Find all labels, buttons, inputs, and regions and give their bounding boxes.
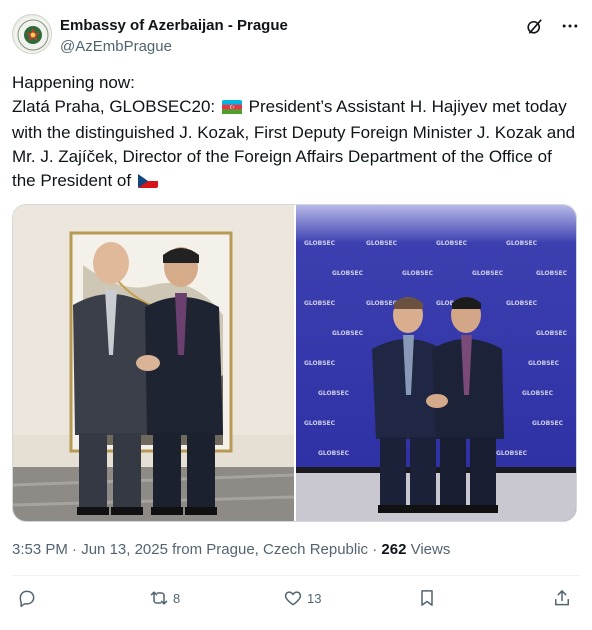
backdrop-logo: GLOBSEC: [304, 420, 336, 427]
tweet-media[interactable]: GLOBSEC GLOBSEC GLOBSEC GLOBSEC GLOBSEC …: [12, 204, 577, 522]
retweet-button[interactable]: 8: [149, 588, 180, 608]
photo-handshake-hotel[interactable]: [13, 205, 294, 522]
meta-separator: ·: [67, 541, 82, 558]
heart-icon: [284, 591, 302, 606]
backdrop-logo: GLOBSEC: [472, 270, 504, 277]
views-label: Views: [406, 541, 451, 558]
more-icon[interactable]: [560, 16, 580, 36]
backdrop-logo: GLOBSEC: [402, 270, 434, 277]
backdrop-logo: GLOBSEC: [318, 390, 350, 397]
backdrop-logo: GLOBSEC: [536, 270, 568, 277]
photo-handshake-globsec[interactable]: GLOBSEC GLOBSEC GLOBSEC GLOBSEC GLOBSEC …: [296, 205, 577, 522]
backdrop-logo: GLOBSEC: [522, 390, 554, 397]
backdrop-logo: GLOBSEC: [304, 360, 336, 367]
share-button[interactable]: [552, 588, 572, 608]
bookmark-icon: [421, 590, 433, 606]
backdrop-logo: GLOBSEC: [436, 240, 468, 247]
action-bar: 8 13: [12, 588, 580, 614]
backdrop-logo: GLOBSEC: [304, 240, 336, 247]
azerbaijan-flag-icon: [221, 97, 242, 121]
tweet-header: Embassy of Azerbaijan - Prague @AzEmbPra…: [12, 12, 580, 60]
grok-icon[interactable]: [524, 16, 544, 36]
backdrop-logo: GLOBSEC: [318, 450, 350, 457]
tweet-meta: 3:53 PM · Jun 13, 2025 from Prague, Czec…: [12, 541, 450, 558]
backdrop-logo: GLOBSEC: [506, 240, 538, 247]
meta-separator: ·: [368, 541, 382, 558]
backdrop-logo: GLOBSEC: [532, 420, 564, 427]
backdrop-logo: GLOBSEC: [496, 450, 528, 457]
retweet-icon: [150, 591, 168, 605]
views-count: 262: [381, 541, 407, 558]
tweet-line-1: Happening now:: [12, 73, 135, 92]
share-icon: [555, 590, 569, 606]
embassy-seal-icon: [14, 16, 51, 53]
tweet-date[interactable]: Jun 13, 2025: [81, 541, 168, 558]
bookmark-button[interactable]: [417, 588, 437, 608]
tweet-text: Happening now: Zlatá Praha, GLOBSEC20: P…: [12, 71, 580, 195]
backdrop-logo: GLOBSEC: [366, 300, 398, 307]
reply-button[interactable]: [17, 588, 41, 608]
avatar[interactable]: [12, 14, 52, 54]
like-count: 13: [307, 590, 322, 606]
divider: [12, 575, 580, 576]
retweet-count: 8: [173, 590, 181, 606]
backdrop-logo: GLOBSEC: [506, 300, 538, 307]
backdrop-logo: GLOBSEC: [366, 240, 398, 247]
reply-icon: [19, 590, 35, 608]
backdrop-logo: GLOBSEC: [332, 270, 364, 277]
tweet-body: Zlatá Praha, GLOBSEC20: President’s Assi…: [12, 95, 580, 195]
backdrop-logo: GLOBSEC: [304, 300, 336, 307]
like-button[interactable]: 13: [283, 588, 321, 608]
account-name[interactable]: Embassy of Azerbaijan - Prague: [60, 17, 288, 34]
backdrop-logo: GLOBSEC: [332, 330, 364, 337]
account-handle[interactable]: @AzEmbPrague: [60, 38, 172, 55]
backdrop-logo: GLOBSEC: [536, 330, 568, 337]
tweet-body-prefix: Zlatá Praha, GLOBSEC20:: [12, 97, 220, 116]
tweet-time[interactable]: 3:53 PM: [12, 541, 68, 558]
czech-flag-icon: [137, 171, 158, 195]
backdrop-logo: GLOBSEC: [528, 360, 560, 367]
tweet-location: from Prague, Czech Republic: [167, 541, 369, 558]
